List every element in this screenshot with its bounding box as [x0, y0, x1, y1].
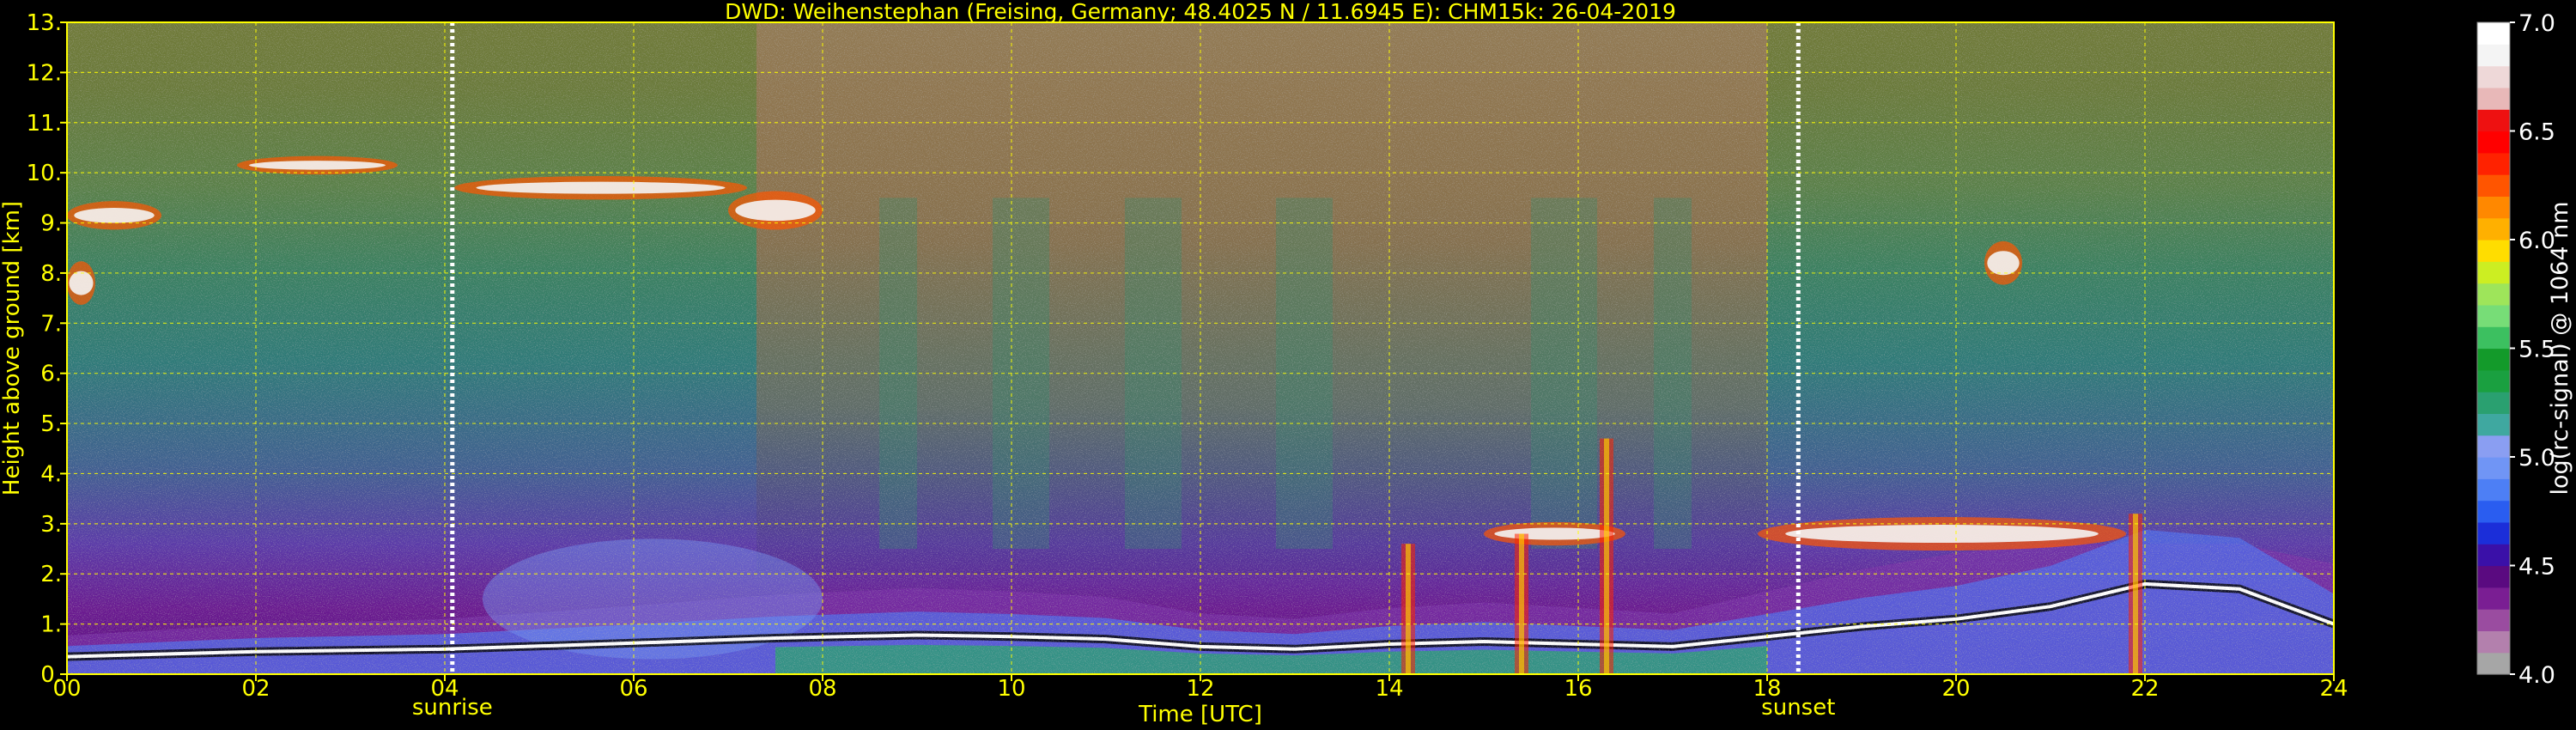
colorbar-segment: [2477, 196, 2510, 219]
colorbar-segment: [2477, 152, 2510, 175]
colorbar-segment: [2477, 652, 2510, 675]
x-tick-label: 04: [430, 676, 459, 702]
colorbar-tick-label: 4.0: [2518, 662, 2555, 689]
y-tick-label: 1.: [40, 612, 62, 638]
y-axis-label: Height above ground [km]: [0, 201, 25, 496]
colorbar-segment: [2477, 217, 2510, 240]
y-tick-label: 12.: [27, 60, 62, 86]
cloud-core: [476, 181, 726, 194]
colorbar-segment: [2477, 413, 2510, 436]
y-tick-label: 7.: [40, 311, 62, 337]
y-tick-label: 11.: [27, 111, 62, 137]
colorbar-tick-label: 7.0: [2518, 10, 2555, 37]
y-tick-label: 6.: [40, 362, 62, 387]
colorbar: 4.04.55.05.56.06.57.0: [2476, 10, 2555, 689]
colorbar-segment: [2477, 109, 2510, 132]
x-tick-label: 02: [241, 676, 270, 702]
y-tick-label: 2.: [40, 562, 62, 587]
colorbar-segment: [2477, 22, 2510, 45]
cloud-core: [69, 271, 94, 295]
cloud-core: [1987, 251, 2020, 276]
colorbar-segment: [2477, 261, 2510, 284]
colorbar-segment: [2477, 65, 2510, 88]
y-tick-label: 9.: [40, 211, 62, 237]
colorbar-segment: [2477, 392, 2510, 414]
x-axis-label: Time [UTC]: [1138, 702, 1262, 727]
chart-title: DWD: Weihenstephan (Freising, Germany; 4…: [725, 0, 1676, 24]
colorbar-segment: [2477, 348, 2510, 371]
colorbar-segment: [2477, 630, 2510, 654]
x-tick-label: 06: [619, 676, 647, 702]
colorbar-segment: [2477, 44, 2510, 67]
colorbar-segment: [2477, 283, 2510, 306]
x-tick-label: 18: [1753, 676, 1781, 702]
colorbar-segment: [2477, 304, 2510, 327]
colorbar-tick-label: 6.5: [2518, 119, 2555, 146]
precipitation-core: [1406, 544, 1411, 674]
x-tick-label: 22: [2130, 676, 2159, 702]
x-tick-label: 20: [1941, 676, 1970, 702]
precipitation-core: [2133, 514, 2138, 674]
cloud-core: [249, 161, 386, 170]
x-tick-label: 08: [808, 676, 836, 702]
y-tick-label: 4.: [40, 461, 62, 487]
colorbar-segment: [2477, 478, 2510, 502]
cloud-core: [74, 208, 155, 223]
cloud-core: [1785, 525, 2099, 544]
colorbar-segment: [2477, 587, 2510, 610]
ceilometer-chart: DWD: Weihenstephan (Freising, Germany; 4…: [0, 0, 2573, 727]
y-tick-label: 3.: [40, 512, 62, 538]
y-tick-label: 10.: [27, 161, 62, 186]
colorbar-tick-label: 4.5: [2518, 554, 2555, 581]
colorbar-segment: [2477, 369, 2510, 392]
colorbar-segment: [2477, 435, 2510, 458]
x-tick-label: 10: [997, 676, 1025, 702]
colorbar-segment: [2477, 565, 2510, 588]
cloud-core: [735, 199, 816, 222]
x-tick-label: 12: [1186, 676, 1214, 702]
precipitation-core: [1519, 533, 1524, 674]
x-tick-label: 14: [1375, 676, 1403, 702]
y-tick-label: 0.: [40, 662, 62, 688]
colorbar-label: log(rc-signal) @ 1064 nm: [2547, 201, 2573, 495]
cloud-core: [1494, 527, 1615, 540]
colorbar-segment: [2477, 544, 2510, 567]
colorbar-segment: [2477, 87, 2510, 110]
x-tick-label: 16: [1564, 676, 1592, 702]
colorbar-segment: [2477, 326, 2510, 350]
y-tick-label: 8.: [40, 261, 62, 287]
colorbar-segment: [2477, 500, 2510, 523]
colorbar-segment: [2477, 521, 2510, 544]
colorbar-segment: [2477, 457, 2510, 479]
colorbar-segment: [2477, 609, 2510, 631]
x-tick-label: 24: [2319, 676, 2348, 702]
y-tick-label: 13.: [27, 10, 62, 36]
y-tick-label: 5.: [40, 411, 62, 437]
colorbar-segment: [2477, 131, 2510, 154]
colorbar-segment: [2477, 174, 2510, 197]
colorbar-segment: [2477, 240, 2510, 262]
